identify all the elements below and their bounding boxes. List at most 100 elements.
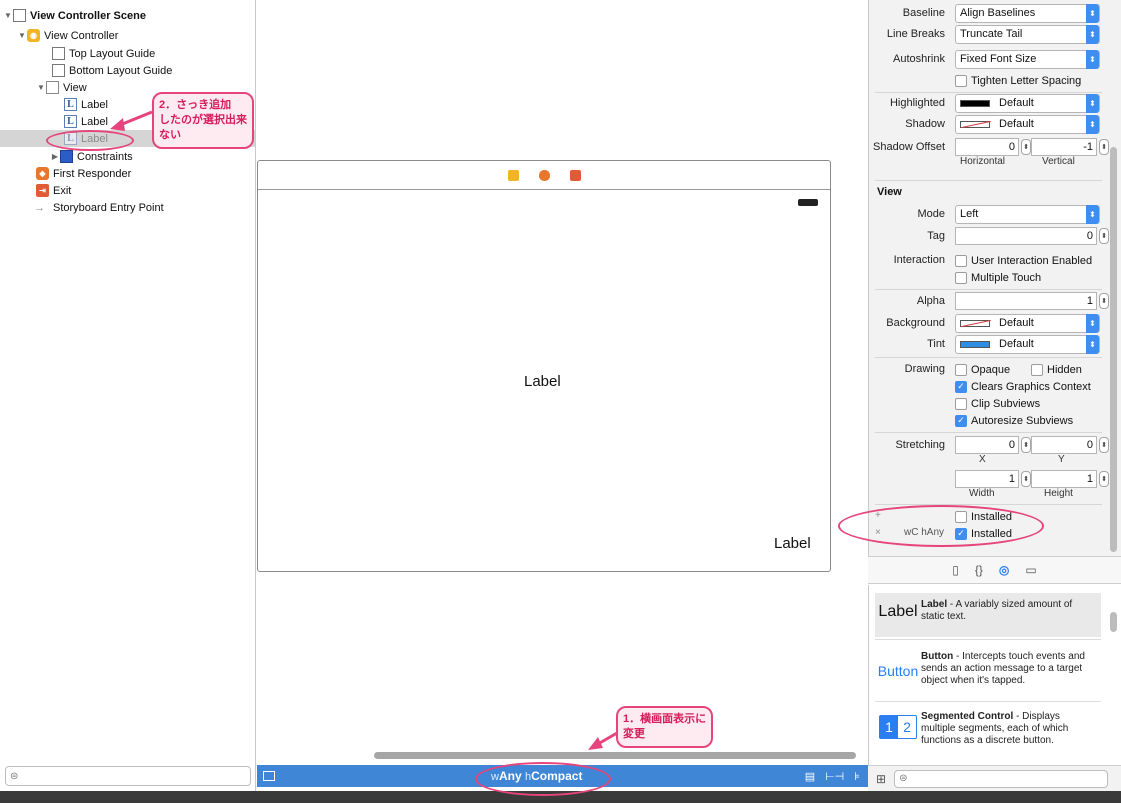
note-line: したのが選択出来 <box>159 114 247 126</box>
outline-item-top-layout-guide[interactable]: Top Layout Guide <box>0 45 255 62</box>
outline-item-label: View Controller <box>44 29 119 42</box>
code-snippet-icon[interactable]: {} <box>975 563 983 577</box>
view-controller-dock-icon[interactable] <box>507 169 519 181</box>
library-item-segmented-control[interactable]: 12 Segmented Control - Displays multiple… <box>875 711 1101 759</box>
checkbox-checked-icon[interactable]: ✓ <box>955 380 967 393</box>
view-controller-scene[interactable]: Label Label <box>257 160 831 572</box>
opaque-checkbox[interactable]: Opaque <box>955 361 1010 378</box>
stepper-icon[interactable]: ⬍ <box>1021 471 1031 487</box>
outline-item-label: First Responder <box>53 167 132 180</box>
exit-dock-icon[interactable] <box>569 169 581 181</box>
shadow-popup[interactable]: Default ⬍ <box>955 114 1100 134</box>
value: 0 <box>1008 141 1015 153</box>
tag-field[interactable]: 0 <box>955 227 1097 245</box>
baseline-popup[interactable]: Align Baselines ⬍ <box>955 3 1100 23</box>
file-template-icon[interactable]: ▯ <box>952 563 959 577</box>
checkbox-icon[interactable] <box>955 363 967 376</box>
checkbox-icon[interactable] <box>955 74 967 87</box>
tighten-spacing-checkbox[interactable]: Tighten Letter Spacing <box>955 72 1081 89</box>
segment-1: 1 <box>880 716 898 738</box>
popup-arrows-icon: ⬍ <box>1086 49 1099 69</box>
library-filter-field[interactable]: ⊜ <box>894 769 1109 788</box>
note-line: ない <box>159 129 181 141</box>
shadow-offset-h-field[interactable]: 0 <box>955 138 1019 156</box>
checkbox-icon[interactable] <box>955 254 967 267</box>
outline-item-view-controller[interactable]: ▼ ◉ View Controller <box>0 27 255 44</box>
checkbox-checked-icon[interactable]: ✓ <box>955 414 967 427</box>
alpha-label: Alpha <box>916 295 945 307</box>
linebreaks-popup[interactable]: Truncate Tail ⬍ <box>955 24 1100 44</box>
stretch-y-field[interactable]: 0 <box>1031 436 1097 454</box>
library-item-button[interactable]: Button Button - Intercepts touch events … <box>875 651 1101 699</box>
outline-item-label: Bottom Layout Guide <box>69 64 173 77</box>
outline-item-scene[interactable]: ▼ View Controller Scene <box>0 7 255 24</box>
popup-arrows-icon: ⬍ <box>1086 3 1099 23</box>
tint-popup[interactable]: Default ⬍ <box>955 334 1100 354</box>
user-interaction-checkbox[interactable]: User Interaction Enabled <box>955 252 1092 269</box>
canvas-label[interactable]: Label <box>524 373 561 390</box>
grid-view-icon[interactable]: ⊞ <box>876 772 886 786</box>
layout-guide-icon <box>52 64 65 77</box>
clears-context-checkbox[interactable]: ✓ Clears Graphics Context <box>955 378 1091 395</box>
background-label: Background <box>886 317 945 329</box>
interaction-label: Interaction <box>893 254 945 266</box>
disclosure-triangle-icon[interactable]: ▼ <box>36 83 46 92</box>
canvas-horizontal-scrollbar[interactable] <box>374 752 856 759</box>
highlighted-popup[interactable]: Default ⬍ <box>955 93 1100 113</box>
value: 0 <box>1008 439 1015 451</box>
autoshrink-popup[interactable]: Fixed Font Size ⬍ <box>955 49 1100 69</box>
autoresize-subviews-checkbox[interactable]: ✓ Autoresize Subviews <box>955 412 1073 429</box>
outline-item-constraints[interactable]: ▶ Constraints <box>0 148 255 165</box>
stepper-icon[interactable]: ⬍ <box>1099 471 1109 487</box>
stepper-icon[interactable]: ⬍ <box>1099 139 1109 155</box>
stretch-width-field[interactable]: 1 <box>955 470 1019 488</box>
stepper-icon[interactable]: ⬍ <box>1099 228 1109 244</box>
object-library-icon[interactable]: ◎ <box>999 563 1009 577</box>
pin-icon[interactable]: ▤ <box>805 770 815 783</box>
outline-toggle-icon[interactable] <box>263 771 275 781</box>
popup-arrows-icon: ⬍ <box>1086 334 1099 354</box>
stepper-icon[interactable]: ⬍ <box>1099 437 1109 453</box>
outline-item-label: Label <box>81 115 108 128</box>
hidden-checkbox[interactable]: Hidden <box>1031 361 1082 378</box>
mode-popup[interactable]: Left ⬍ <box>955 204 1100 224</box>
shadow-offset-v-field[interactable]: -1 <box>1031 138 1097 156</box>
disclosure-triangle-icon[interactable]: ▼ <box>17 31 27 40</box>
checkbox-icon[interactable] <box>1031 363 1043 376</box>
background-popup[interactable]: Default ⬍ <box>955 313 1100 333</box>
stepper-icon[interactable]: ⬍ <box>1021 139 1031 155</box>
library-item-label[interactable]: Label Label - A variably sized amount of… <box>875 593 1101 637</box>
checkbox-icon[interactable] <box>955 271 967 284</box>
user-interaction-label: User Interaction Enabled <box>971 254 1093 267</box>
first-responder-dock-icon[interactable] <box>538 169 550 181</box>
alpha-field[interactable]: 1 <box>955 292 1097 310</box>
clip-subviews-checkbox[interactable]: Clip Subviews <box>955 395 1040 412</box>
x-caption: X <box>979 454 986 465</box>
outline-item-first-responder[interactable]: ◆ First Responder <box>0 165 255 182</box>
library-scrollbar[interactable] <box>1110 612 1117 632</box>
highlighted-row: Highlighted Default ⬍ <box>869 93 1109 113</box>
stretch-height-field[interactable]: 1 <box>1031 470 1097 488</box>
media-library-icon[interactable]: ▭ <box>1025 563 1036 577</box>
outline-item-exit[interactable]: ⇥ Exit <box>0 182 255 199</box>
value: 1 <box>1086 295 1093 307</box>
library-item-text: Segmented Control - Displays multiple se… <box>921 711 1091 747</box>
highlighted-value: Default <box>999 97 1034 109</box>
multiple-touch-checkbox[interactable]: Multiple Touch <box>955 269 1041 286</box>
outline-item-bottom-layout-guide[interactable]: Bottom Layout Guide <box>0 62 255 79</box>
clip-label: Clip Subviews <box>971 397 1041 410</box>
stepper-icon[interactable]: ⬍ <box>1021 437 1031 453</box>
checkbox-icon[interactable] <box>955 397 967 410</box>
outline-filter-field[interactable]: ⊜ <box>5 766 251 786</box>
resolve-icon[interactable]: ⊧ <box>854 770 860 783</box>
canvas-label[interactable]: Label <box>774 535 811 552</box>
stretch-x-field[interactable]: 0 <box>955 436 1019 454</box>
align-icon[interactable]: ⊢⊣ <box>825 770 844 783</box>
outline-item-storyboard-entry[interactable]: → Storyboard Entry Point <box>0 199 255 216</box>
outline-item-label: View <box>63 81 87 94</box>
disclosure-triangle-icon[interactable]: ▼ <box>3 11 13 20</box>
storyboard-canvas[interactable]: Label Label <box>257 0 868 764</box>
inspector-scrollbar[interactable] <box>1110 147 1117 552</box>
stepper-icon[interactable]: ⬍ <box>1099 293 1109 309</box>
disclosure-triangle-icon[interactable]: ▶ <box>50 152 60 161</box>
